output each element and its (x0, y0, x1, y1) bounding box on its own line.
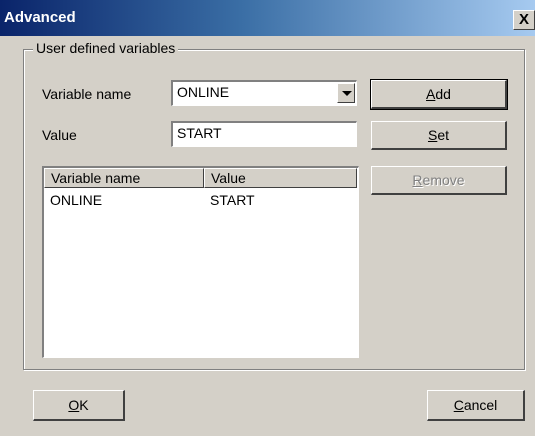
remove-label-rest: emove (422, 172, 465, 188)
list-item-value: START (210, 192, 255, 208)
value-input[interactable]: START (171, 121, 357, 147)
cancel-button[interactable]: Cancel (427, 390, 525, 421)
remove-mnemonic: R (412, 172, 423, 188)
value-input-text: START (177, 125, 222, 141)
cancel-mnemonic: C (453, 397, 464, 413)
variable-name-label: Variable name (42, 86, 132, 102)
cancel-label-rest: ancel (463, 397, 498, 413)
set-button[interactable]: Set (371, 121, 507, 150)
ok-label-rest: K (79, 397, 89, 413)
ok-button[interactable]: OK (33, 390, 125, 421)
set-mnemonic: S (427, 127, 438, 143)
variable-name-combobox[interactable]: ONLINE (171, 80, 357, 106)
value-label: Value (42, 127, 77, 143)
column-header-value[interactable]: Value (204, 168, 357, 188)
close-button[interactable]: X (513, 10, 535, 30)
advanced-dialog: Advanced X User defined variables Variab… (0, 0, 535, 436)
title-bar[interactable]: Advanced X (0, 0, 535, 36)
add-button[interactable]: Add (370, 79, 508, 110)
set-label-rest: et (437, 127, 450, 143)
list-item-name: ONLINE (50, 192, 103, 208)
window-title: Advanced (4, 9, 76, 26)
add-label-rest: dd (435, 86, 451, 102)
group-label: User defined variables (33, 40, 179, 56)
remove-button[interactable]: Remove (371, 166, 507, 195)
column-header-variable-name[interactable]: Variable name (44, 168, 204, 188)
list-item[interactable]: ONLINE START (44, 192, 354, 212)
ok-mnemonic: O (68, 397, 80, 413)
add-mnemonic: A (426, 86, 436, 102)
variables-list[interactable]: Variable name Value ONLINE START (42, 166, 359, 358)
chevron-down-icon[interactable] (337, 83, 355, 103)
close-icon: X (518, 11, 529, 28)
variable-name-value: ONLINE (177, 84, 230, 100)
